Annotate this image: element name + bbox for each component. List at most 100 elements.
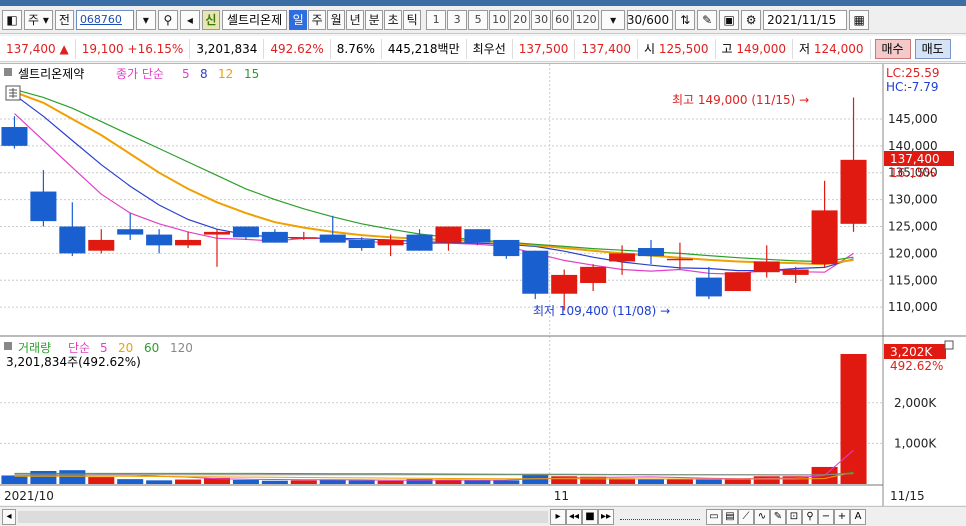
period-tab-1[interactable]: 주 [308, 9, 327, 30]
tool-icon[interactable]: ✎ [697, 9, 718, 30]
candle-body[interactable] [377, 239, 404, 246]
scroll-left-icon[interactable]: ◂ [2, 508, 16, 525]
volume-bar[interactable] [377, 480, 404, 484]
candle-body[interactable] [811, 210, 838, 265]
date-field[interactable]: 2021/11/15 [763, 9, 848, 30]
count-field[interactable]: 30/600 [627, 9, 674, 30]
zoom-slider[interactable] [620, 514, 700, 520]
sell-button[interactable]: 매도 [914, 38, 951, 59]
candle-body[interactable] [232, 226, 259, 238]
candle-body[interactable] [30, 191, 57, 222]
volume-bar[interactable] [319, 479, 346, 484]
search-icon[interactable]: ⚲ [157, 9, 178, 30]
volume-bar[interactable] [840, 353, 867, 484]
tick-option-120[interactable]: 120 [573, 9, 600, 30]
calendar-icon[interactable]: ▦ [849, 9, 870, 30]
volume-bar[interactable] [88, 477, 115, 484]
chevron-down-icon[interactable]: ▾ [135, 9, 156, 30]
candle-body[interactable] [464, 229, 491, 243]
volume-bar[interactable] [493, 480, 520, 484]
candle-body[interactable] [609, 253, 636, 262]
volume-bar[interactable] [261, 480, 288, 484]
gear-icon[interactable]: ⚙ [741, 9, 762, 30]
tick-option-10[interactable]: 10 [489, 9, 510, 30]
volume-bar[interactable] [175, 479, 202, 484]
pane-collapse-icon[interactable] [944, 340, 954, 350]
save-icon[interactable]: ▣ [719, 9, 740, 30]
speaker-icon[interactable]: ◂ [179, 9, 200, 30]
volume-bar[interactable] [146, 480, 173, 484]
volume-bar[interactable] [464, 480, 491, 484]
volume-bar[interactable] [117, 479, 144, 484]
candle-body[interactable] [637, 248, 665, 257]
trend-icon[interactable]: ∿ [754, 508, 770, 525]
tick-option-20[interactable]: 20 [510, 9, 531, 30]
candle-body[interactable] [203, 231, 231, 235]
line-tool-icon[interactable]: ⟋ [738, 508, 754, 525]
candle-body[interactable] [695, 277, 722, 297]
candle-body[interactable] [146, 234, 173, 246]
candle-body[interactable] [753, 261, 780, 273]
stock-code-input[interactable]: 068760 [75, 9, 134, 30]
volume-bar[interactable] [637, 479, 665, 484]
candle-body[interactable] [59, 226, 86, 254]
candle-body[interactable] [406, 234, 433, 251]
candle-body[interactable] [88, 239, 115, 251]
sin-badge[interactable]: 신 [201, 9, 220, 30]
candle-body[interactable] [435, 226, 462, 243]
tick-option-1[interactable]: 1 [426, 9, 447, 30]
rewind-icon[interactable]: ◂◂ [566, 508, 582, 525]
candlestick-chart[interactable]: 110,000115,000120,000125,000130,000135,0… [0, 64, 966, 506]
split-icon[interactable]: ▤ [722, 508, 738, 525]
candle-body[interactable] [117, 229, 144, 235]
candle-body[interactable] [261, 231, 288, 243]
tick-option-60[interactable]: 60 [552, 9, 573, 30]
tick-option-3[interactable]: 3 [447, 9, 468, 30]
candle-body[interactable] [522, 250, 549, 294]
period-tab-6[interactable]: 틱 [403, 9, 422, 30]
candle-body[interactable] [580, 266, 607, 283]
minus-icon[interactable]: − [818, 508, 834, 525]
zoom-icon[interactable]: ⚲ [802, 508, 818, 525]
period-tab-0[interactable]: 일 [289, 9, 308, 30]
volume-bar[interactable] [435, 479, 462, 484]
layout-icon[interactable]: ◧ [2, 9, 22, 30]
candle-body[interactable] [290, 237, 317, 239]
candle-body[interactable] [724, 272, 751, 292]
custom-tick-select[interactable]: ▾ [601, 9, 626, 30]
text-tool-icon[interactable]: A [850, 508, 866, 525]
market-select[interactable]: 주 ▾ [24, 9, 53, 30]
volume-bar[interactable] [348, 480, 375, 484]
tick-option-30[interactable]: 30 [531, 9, 552, 30]
period-tab-2[interactable]: 월 [327, 9, 346, 30]
volume-bar[interactable] [232, 479, 259, 484]
jeon-button[interactable]: 전 [54, 9, 74, 30]
fast-forward-icon[interactable]: ▸▸ [598, 508, 614, 525]
period-tab-4[interactable]: 분 [365, 9, 384, 30]
period-tab-3[interactable]: 년 [346, 9, 365, 30]
tick-option-5[interactable]: 5 [468, 9, 489, 30]
horizontal-scrollbar[interactable] [18, 510, 548, 523]
candle-body[interactable] [175, 239, 202, 246]
candle-body[interactable] [1, 127, 28, 146]
candle-body[interactable] [840, 159, 867, 224]
volume-bar[interactable] [59, 470, 86, 484]
stock-name-field[interactable]: 셀트리온제 [221, 9, 288, 30]
volume-bar[interactable] [753, 476, 780, 484]
window-icon[interactable]: ▭ [706, 508, 722, 525]
volume-bar[interactable] [695, 479, 722, 484]
volume-bar[interactable] [290, 480, 317, 484]
compare-icon[interactable]: ⇅ [675, 9, 696, 30]
candle-body[interactable] [493, 239, 520, 257]
stop-icon[interactable]: ■ [582, 508, 598, 525]
plus-icon[interactable]: + [834, 508, 850, 525]
fit-icon[interactable]: ⊡ [786, 508, 802, 525]
candle-body[interactable] [319, 234, 346, 243]
play-icon[interactable]: ▸ [550, 508, 566, 525]
candle-body[interactable] [782, 269, 809, 275]
candle-body[interactable] [551, 274, 578, 294]
candle-body[interactable] [666, 258, 693, 261]
chart-area[interactable]: 110,000 115,000 120,000 125,000 130,000 135,0… [0, 63, 966, 506]
period-tab-5[interactable]: 초 [384, 9, 403, 30]
buy-button[interactable]: 매수 [874, 38, 911, 59]
